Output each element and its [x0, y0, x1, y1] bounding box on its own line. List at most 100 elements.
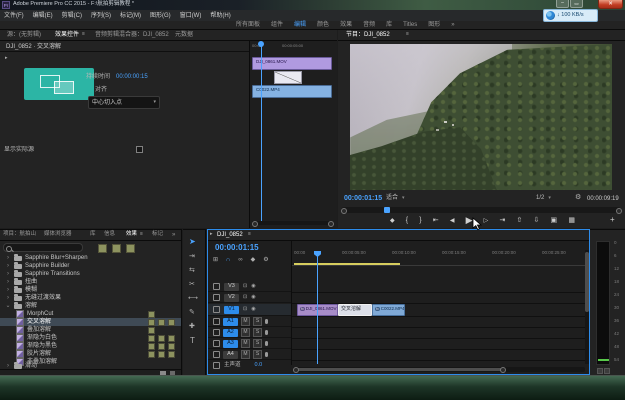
tree-effect[interactable]: 渐隐为黑色	[0, 342, 181, 350]
timeline-h-scrollbar[interactable]	[293, 367, 585, 372]
tab-libraries[interactable]: 库	[90, 232, 96, 238]
show-actual-sources-checkbox[interactable]	[136, 146, 143, 153]
filter-32bit-icon[interactable]	[112, 244, 121, 253]
mute-button[interactable]: M	[241, 339, 250, 348]
timeline-transition-selected[interactable]: 交叉溶解	[338, 304, 372, 316]
track-lock-icon[interactable]	[213, 294, 220, 301]
tab-sequence[interactable]: DJI_0852	[217, 232, 243, 238]
tree-effect[interactable]: 渐隐为白色	[0, 334, 181, 342]
timeline-ruler[interactable]: 00:00 00:00:05:00 00:00:10:00 00:00:15:0…	[292, 249, 585, 266]
track-target-a1[interactable]: A1	[223, 318, 238, 326]
work-area-bar[interactable]	[294, 263, 400, 265]
track-header-v3[interactable]: V3 ⊡ ◉	[208, 282, 291, 292]
tree-effect-selected[interactable]: 交叉溶解	[0, 318, 181, 326]
voiceover-record-icon[interactable]	[265, 319, 268, 324]
track-header-v1[interactable]: V1 ⊡ ◉	[208, 304, 291, 316]
track-lock-icon[interactable]	[213, 340, 220, 347]
tree-folder[interactable]: ›Sapphire Blur+Sharpen	[0, 254, 181, 262]
button-editor-button[interactable]: +	[610, 216, 615, 224]
voiceover-record-icon[interactable]	[265, 341, 268, 346]
settings-wrench-icon[interactable]: ⚙	[575, 194, 581, 201]
tree-folder[interactable]: ›无缝过渡效果	[0, 294, 181, 302]
scroll-handle-right[interactable]	[328, 221, 334, 227]
tab-program-monitor[interactable]: 节目：DJI_0852	[346, 32, 390, 38]
scrub-right-cap[interactable]	[616, 208, 622, 214]
alignment-dropdown[interactable]: 中心切入点 ▾	[88, 96, 160, 109]
solo-button[interactable]: S	[253, 317, 262, 326]
track-lock-icon[interactable]	[213, 283, 220, 290]
mark-out-button[interactable]: }	[419, 217, 421, 224]
title-bar[interactable]: Pr Adobe Premiere Pro CC 2015 - F:\航拍剪辑教…	[0, 0, 625, 10]
twirl-open-icon[interactable]: ▸	[5, 56, 8, 61]
duration-value[interactable]: 00:00:00:15	[116, 74, 148, 80]
track-visibility-icon[interactable]: ◉	[251, 307, 255, 312]
go-to-out-button[interactable]: ⇥	[499, 217, 505, 224]
workspace-editing[interactable]: 编辑	[294, 22, 306, 28]
tree-folder[interactable]: ›模糊	[0, 286, 181, 294]
mini-clip-a[interactable]: DJI_0861.MOV	[252, 57, 332, 70]
hand-tool[interactable]: ✚	[189, 323, 195, 330]
playback-resolution-dropdown[interactable]: 1/2 ▾	[536, 195, 551, 201]
tab-markers[interactable]: 标记	[152, 232, 163, 238]
panel-menu-icon[interactable]: ≡	[248, 232, 251, 237]
close-button[interactable]: ✕	[598, 0, 623, 9]
nest-indicator-icon[interactable]: ⊞	[213, 257, 218, 263]
zoom-handle-right[interactable]	[500, 367, 506, 373]
menu-sequence[interactable]: 序列(S)	[91, 13, 111, 19]
track-target-a3[interactable]: A3	[223, 340, 238, 348]
track-target-a2[interactable]: A2	[223, 329, 238, 337]
menu-file[interactable]: 文件(F)	[4, 13, 24, 19]
workspace-overflow-button[interactable]: »	[451, 22, 454, 28]
workspace-graphics[interactable]: 图形	[428, 22, 440, 28]
track-target-v3[interactable]: V3	[224, 283, 239, 291]
timeline-v-scrollbar[interactable]	[585, 250, 589, 364]
tab-audio-clip-mixer[interactable]: 音频剪辑混合器：DJI_0852	[95, 32, 169, 38]
master-gain-value[interactable]: 0.0	[255, 363, 263, 369]
go-to-in-button[interactable]: ⇤	[433, 217, 439, 224]
extract-button[interactable]: ⇩	[534, 217, 540, 224]
linked-selection-icon[interactable]: ∞	[238, 257, 242, 263]
mute-button[interactable]: M	[241, 350, 250, 359]
mute-button[interactable]: M	[241, 328, 250, 337]
timeline-clip-b[interactable]: fxC0022.MP4	[372, 304, 405, 316]
mini-playhead[interactable]	[261, 43, 262, 223]
filter-accelerated-effects-icon[interactable]	[98, 244, 107, 253]
tree-folder[interactable]: ›Sapphire Builder	[0, 262, 181, 270]
track-lock-icon[interactable]	[213, 329, 220, 336]
step-back-button[interactable]: ◀	[450, 218, 455, 224]
mini-playhead-head[interactable]	[258, 41, 264, 47]
track-header-a2[interactable]: A2 M S	[208, 328, 291, 338]
tree-effect[interactable]: MorphCut	[0, 310, 181, 318]
panel-menu-icon[interactable]: ≡	[82, 32, 85, 37]
track-header-v2[interactable]: V2 ⊡ ◉	[208, 293, 291, 303]
track-lock-icon[interactable]	[213, 351, 220, 358]
track-header-a3[interactable]: A3 M S	[208, 339, 291, 349]
tab-metadata[interactable]: 元数据	[175, 32, 193, 38]
export-frame-button[interactable]: ▣	[551, 217, 558, 224]
tab-project[interactable]: 项目：航拍山	[3, 232, 36, 238]
mini-clip-b[interactable]: C0022.MP4	[252, 85, 332, 98]
tab-effect-controls[interactable]: 效果控件	[55, 32, 79, 38]
add-marker-icon[interactable]: ◆	[251, 257, 256, 263]
workspace-libraries[interactable]: 库	[386, 22, 392, 28]
tab-effects[interactable]: 效果	[126, 232, 137, 238]
voiceover-record-icon[interactable]	[265, 352, 268, 357]
track-target-v2[interactable]: V2	[224, 294, 239, 302]
menu-window[interactable]: 窗口(W)	[180, 13, 202, 19]
solo-right-button[interactable]	[604, 368, 610, 374]
track-target-v1[interactable]: V1	[224, 306, 239, 314]
sync-lock-icon[interactable]: ⊡	[243, 295, 247, 300]
effects-search-input[interactable]	[3, 243, 83, 252]
lift-button[interactable]: ⇧	[516, 217, 522, 224]
program-playhead[interactable]	[384, 207, 390, 213]
program-scrubber[interactable]	[341, 207, 621, 213]
tree-effect[interactable]: 胶片溶解	[0, 350, 181, 358]
snap-icon[interactable]: ∩	[226, 257, 230, 263]
timeline-settings-icon[interactable]: ⚙	[263, 257, 268, 263]
workspace-color[interactable]: 颜色	[317, 22, 329, 28]
timeline-playhead-line[interactable]	[317, 256, 318, 364]
timeline-timecode[interactable]: 00:00:01:15	[215, 244, 259, 252]
voiceover-record-icon[interactable]	[265, 330, 268, 335]
panel-menu-icon[interactable]: ≡	[140, 232, 143, 237]
panel-menu-icon[interactable]: ≡	[406, 32, 409, 37]
